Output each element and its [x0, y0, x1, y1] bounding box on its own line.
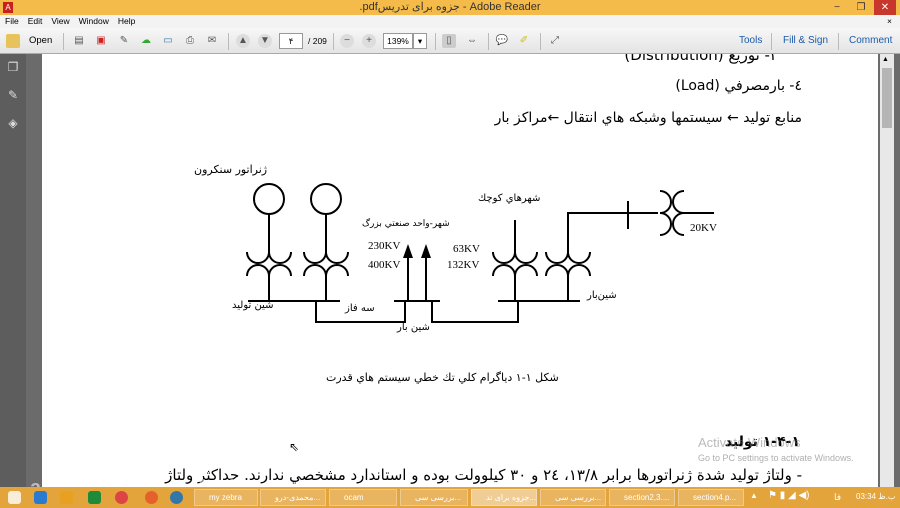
menu-edit[interactable]: Edit	[28, 16, 43, 26]
clock[interactable]: 03:34 ب.ظ	[856, 492, 895, 501]
generator-symbol	[253, 183, 285, 215]
app-icon[interactable]	[170, 491, 183, 504]
save-icon[interactable]: ▭	[161, 34, 175, 48]
menu-help[interactable]: Help	[118, 16, 135, 26]
task-pdf[interactable]: بررسی سی...	[400, 489, 468, 506]
expand-icon[interactable]: ⤢	[548, 34, 562, 48]
highlight-icon[interactable]: ✐	[517, 34, 531, 48]
upload-cloud-icon[interactable]: ☁	[139, 34, 153, 48]
create-pdf-icon[interactable]: ▤	[72, 34, 86, 48]
menu-window[interactable]: Window	[79, 16, 109, 26]
transformer-symbol	[303, 214, 349, 301]
label-load-bus-2: شين‌بار	[587, 290, 617, 301]
fill-sign-link[interactable]: Fill & Sign	[783, 33, 828, 49]
export-pdf-icon[interactable]: ▣	[94, 34, 108, 48]
minimize-button[interactable]: −	[826, 0, 848, 15]
label-small-cities: شهرهاي كوچك	[478, 193, 541, 204]
activation-subtitle: Go to PC settings to activate Windows.	[698, 453, 854, 463]
email-icon[interactable]: ✉	[205, 34, 219, 48]
zoom-in-icon[interactable]: +	[362, 34, 376, 48]
media-icon[interactable]	[60, 491, 73, 504]
next-page-icon[interactable]: ▼	[258, 34, 272, 48]
title-bar: A .pdfجزوه برای تدریس - Adobe Reader − ❐…	[0, 0, 900, 15]
menu-file[interactable]: File	[5, 16, 19, 26]
label-132kv: 132KV	[447, 259, 480, 271]
task-pdf-active[interactable]: جزوه برای تد...	[471, 489, 537, 506]
task-folder[interactable]: my zebra	[194, 489, 258, 506]
label-industry: شهر-واحد صنعتي بزرگ	[362, 219, 450, 229]
task-pdf[interactable]: section2,3....	[609, 489, 675, 506]
label-230kv: 230KV	[368, 240, 401, 252]
signature-icon[interactable]: ✎	[6, 88, 20, 102]
task-pdf[interactable]: بررسی سی...	[540, 489, 606, 506]
figure-caption: شكل ۱-۱ دياگرام كلي تك خطي سيستم هاي قدر…	[326, 371, 559, 384]
folder-icon[interactable]	[6, 34, 20, 48]
language-indicator[interactable]: فا	[834, 492, 841, 503]
page-number-input[interactable]: ۴	[279, 33, 303, 49]
page-total: / 209	[308, 36, 327, 46]
scroll-thumb[interactable]	[882, 68, 892, 128]
label-generation-bus: شين توليد	[232, 300, 274, 311]
tray-expand-icon[interactable]: ▲	[750, 491, 758, 500]
label-load-bus: شين بار	[397, 322, 430, 333]
label-generator: ژنراتور سنكرون	[194, 163, 268, 176]
close-document-icon[interactable]: ×	[887, 15, 892, 28]
excel-icon[interactable]	[88, 491, 101, 504]
label-63kv: 63KV	[453, 243, 480, 255]
window-title: .pdfجزوه برای تدریس - Adobe Reader	[359, 1, 541, 13]
pages-icon[interactable]: ❐	[6, 60, 20, 74]
comment-icon[interactable]: 💬	[495, 34, 509, 48]
generator-symbol	[310, 183, 342, 215]
activation-title: Activate Windows	[698, 435, 801, 450]
mouse-cursor-icon: ⇖	[289, 440, 300, 454]
arrow-icon	[403, 244, 413, 258]
zoom-level-input[interactable]: 139%	[383, 33, 413, 49]
toolbar: Open ▤ ▣ ✎ ☁ ▭ ⎙ ✉ ▲ ▼ ۴ / 209 − + 139% …	[0, 28, 900, 54]
zoom-dropdown-icon[interactable]: ▾	[413, 33, 427, 49]
comment-link[interactable]: Comment	[849, 33, 892, 49]
open-button[interactable]: Open	[29, 33, 52, 49]
fit-page-icon[interactable]: ▯	[442, 34, 456, 48]
task-ocam[interactable]: ocam	[329, 489, 397, 506]
close-button[interactable]: ✕	[874, 0, 896, 15]
transformer-symbol	[545, 220, 591, 301]
ie-icon[interactable]	[34, 491, 47, 504]
vertical-scrollbar[interactable]: ▲	[880, 54, 894, 487]
adobe-reader-icon: A	[3, 2, 13, 13]
task-pdf[interactable]: section4.p...	[678, 489, 744, 506]
label-400kv: 400KV	[368, 259, 401, 271]
start-icon[interactable]	[8, 491, 21, 504]
arrow-icon	[421, 244, 431, 258]
transformer-symbol	[492, 220, 538, 301]
transformer-symbol	[246, 214, 292, 301]
chrome-icon[interactable]	[115, 491, 128, 504]
label-three-phase: سه فاز	[345, 303, 375, 314]
menu-bar: File Edit View Window Help ×	[0, 15, 900, 28]
pdf-page: ۳- توزیع (Distribution) ٤- بارمصرفي (Loa…	[42, 54, 878, 487]
tools-link[interactable]: Tools	[739, 33, 762, 49]
maximize-button[interactable]: ❐	[850, 0, 872, 15]
firefox-icon[interactable]	[145, 491, 158, 504]
tray-icons[interactable]: ⚑ ▮ ◢ ◀)	[768, 490, 810, 501]
taskbar: my zebra محمدی-درو... ocam بررسی سی... ج…	[0, 487, 900, 508]
label-20kv: 20KV	[690, 222, 717, 234]
zoom-out-icon[interactable]: −	[340, 34, 354, 48]
task-folder[interactable]: محمدی-درو...	[260, 489, 326, 506]
menu-view[interactable]: View	[51, 16, 69, 26]
edit-icon[interactable]: ✎	[117, 34, 131, 48]
layers-icon[interactable]: ◈	[6, 116, 20, 130]
scroll-up-icon[interactable]: ▲	[882, 56, 889, 63]
navigation-pane: ❐ ✎ ◈	[0, 54, 26, 487]
previous-page-icon[interactable]: ▲	[236, 34, 250, 48]
fit-width-icon[interactable]: ⇔	[465, 34, 479, 48]
print-icon[interactable]: ⎙	[183, 34, 197, 48]
